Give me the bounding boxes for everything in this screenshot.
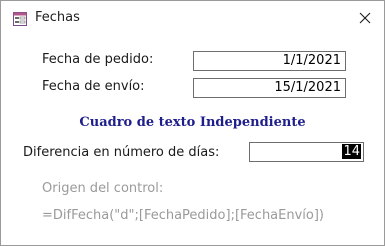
difference-value: 14 bbox=[342, 144, 361, 159]
window-title: Fechas bbox=[35, 10, 80, 25]
ship-date-label: Fecha de envío: bbox=[42, 79, 145, 94]
control-source-expression: =DifFecha("d";[FechaPedido];[FechaEnvío]… bbox=[42, 208, 325, 223]
ship-date-field[interactable]: 15/1/2021 bbox=[193, 78, 346, 98]
form-icon bbox=[13, 11, 27, 26]
order-date-label: Fecha de pedido: bbox=[42, 52, 154, 67]
close-icon[interactable] bbox=[359, 9, 371, 28]
difference-label: Diferencia en número de días: bbox=[23, 145, 220, 160]
difference-field[interactable]: 14 bbox=[249, 142, 364, 162]
section-heading: Cuadro de texto Independiente bbox=[79, 115, 306, 130]
order-date-field[interactable]: 1/1/2021 bbox=[193, 51, 346, 71]
title-bar: Fechas bbox=[1, 1, 384, 35]
close-button[interactable] bbox=[345, 1, 384, 35]
form-window: Fechas Fecha de pedido: 1/1/2021 Fecha d… bbox=[0, 0, 385, 246]
control-source-label: Origen del control: bbox=[42, 181, 164, 196]
